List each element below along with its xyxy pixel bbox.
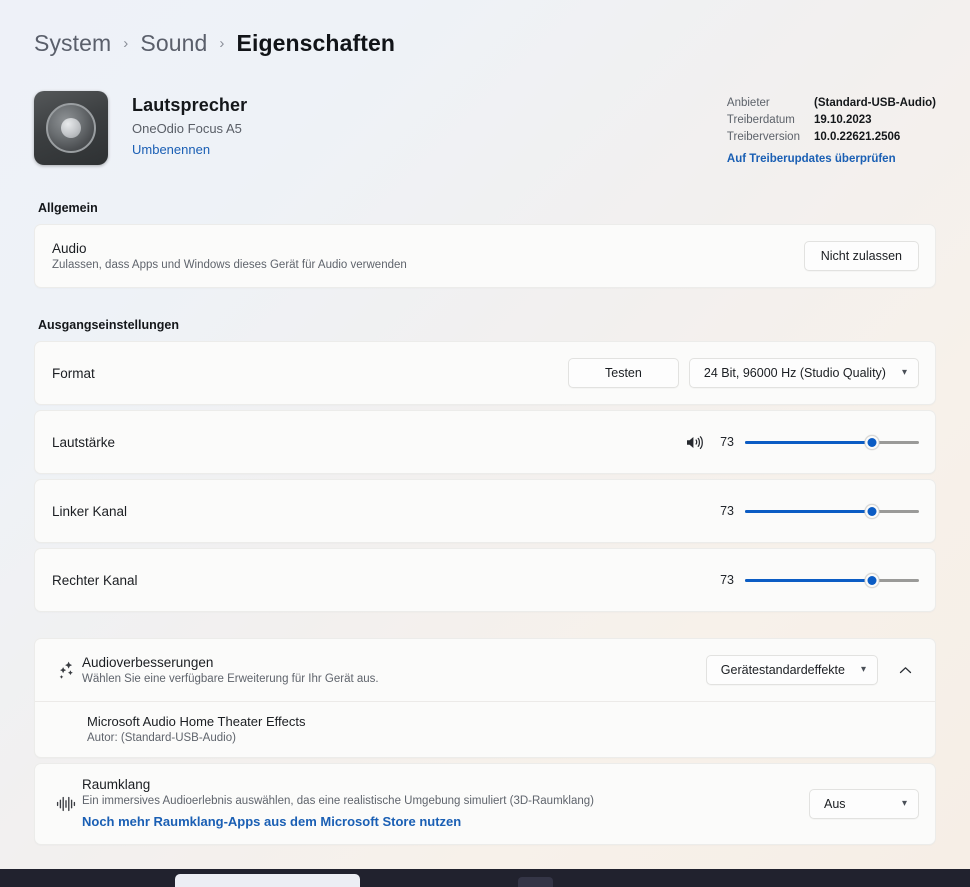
audio-enhancements-text: Audioverbesserungen Wählen Sie eine verf… (82, 642, 379, 698)
device-model: OneOdio Focus A5 (132, 121, 242, 136)
audio-description: Zulassen, dass Apps und Windows dieses G… (52, 259, 407, 271)
chevron-right-icon: › (123, 35, 129, 52)
right-channel-value: 73 (720, 573, 734, 587)
format-dropdown[interactable]: 24 Bit, 96000 Hz (Studio Quality) ▾ (688, 358, 919, 388)
audio-enhancements-title: Audioverbesserungen (82, 655, 214, 670)
left-channel-control: 73 (715, 502, 919, 520)
volume-control: 73 (685, 433, 919, 451)
audio-row: Audio Zulassen, dass Apps und Windows di… (35, 225, 935, 287)
spatial-sound-row: Raumklang Ein immersives Audioerlebnis a… (35, 764, 935, 844)
spatial-sound-title: Raumklang (82, 777, 151, 792)
volume-card: Lautstärke 73 (34, 410, 936, 474)
speaker-icon (34, 91, 108, 165)
taskbar-window-preview[interactable] (175, 874, 360, 887)
chevron-down-icon: ▾ (901, 367, 907, 378)
left-channel-slider[interactable] (745, 502, 919, 520)
volume-value: 73 (720, 435, 734, 449)
slider-thumb[interactable] (864, 434, 880, 450)
volume-row: Lautstärke 73 (35, 411, 935, 473)
audio-enhancements-description: Wählen Sie eine verfügbare Erweiterung f… (82, 673, 379, 685)
slider-fill (745, 509, 873, 513)
driver-info: Anbieter (Standard-USB-Audio) Treiberdat… (727, 91, 936, 165)
right-channel-label: Rechter Kanal (52, 572, 138, 588)
volume-slider[interactable] (745, 433, 919, 451)
effect-author: Autor: (Standard-USB-Audio) (87, 732, 236, 744)
audio-row-text: Audio Zulassen, dass Apps und Windows di… (52, 228, 407, 284)
rename-link[interactable]: Umbenennen (132, 142, 210, 157)
format-dropdown-value: 24 Bit, 96000 Hz (Studio Quality) (703, 366, 886, 380)
format-row: Format Testen 24 Bit, 96000 Hz (Studio Q… (35, 342, 935, 404)
breadcrumb-item-current: Eigenschaften (236, 30, 396, 56)
driver-version-value: 10.0.22621.2506 (813, 131, 901, 143)
driver-date-label: Treiberdatum (726, 114, 795, 126)
audio-enhancements-dropdown-value: Gerätestandardeffekte (720, 663, 845, 677)
format-label: Format (52, 365, 95, 381)
spatial-sound-description: Ein immersives Audioerlebnis auswählen, … (82, 795, 594, 807)
audio-card: Audio Zulassen, dass Apps und Windows di… (34, 224, 936, 288)
driver-version-label: Treiberversion (726, 131, 800, 143)
driver-vendor-label: Anbieter (726, 97, 770, 109)
slider-fill (745, 578, 873, 582)
audio-enhancements-row: Audioverbesserungen Wählen Sie eine verf… (35, 639, 935, 701)
taskbar-item[interactable] (518, 877, 553, 887)
spatial-sound-dropdown-value: Aus (824, 797, 846, 811)
audio-enhancements-dropdown[interactable]: Gerätestandardeffekte ▾ (705, 655, 878, 685)
right-channel-card: Rechter Kanal 73 (34, 548, 936, 612)
breadcrumb-item-sound[interactable]: Sound (140, 30, 207, 57)
slider-thumb[interactable] (864, 572, 880, 588)
volume-label: Lautstärke (52, 434, 116, 450)
right-channel-row: Rechter Kanal 73 (35, 549, 935, 611)
effect-list-item[interactable]: Microsoft Audio Home Theater Effects Aut… (35, 701, 935, 757)
chevron-down-icon: ▾ (901, 798, 907, 809)
sparkles-icon (52, 660, 82, 680)
device-name: Lautsprecher (132, 95, 248, 115)
chevron-right-icon: › (219, 35, 225, 52)
breadcrumb: System › Sound › Eigenschaften (34, 0, 936, 63)
enhancements-group: Audioverbesserungen Wählen Sie eine verf… (34, 638, 936, 845)
audio-label: Audio (52, 241, 87, 256)
audio-enhancements-expander[interactable] (892, 660, 919, 681)
device-meta: Lautsprecher OneOdio Focus A5 Umbenennen (132, 91, 247, 159)
settings-page: System › Sound › Eigenschaften Lautsprec… (0, 0, 970, 887)
waveform-icon (52, 795, 82, 813)
driver-date-value: 19.10.2023 (813, 114, 872, 126)
left-channel-row: Linker Kanal 73 (35, 480, 935, 542)
left-channel-card: Linker Kanal 73 (34, 479, 936, 543)
spatial-store-link[interactable]: Noch mehr Raumklang-Apps aus dem Microso… (82, 814, 461, 829)
format-test-button[interactable]: Testen (567, 358, 679, 388)
format-card: Format Testen 24 Bit, 96000 Hz (Studio Q… (34, 341, 936, 405)
breadcrumb-item-system[interactable]: System (34, 30, 111, 57)
check-driver-updates-link[interactable]: Auf Treiberupdates überprüfen (727, 153, 936, 165)
spatial-sound-text: Raumklang Ein immersives Audioerlebnis a… (82, 764, 594, 844)
section-title-general: Allgemein (38, 201, 98, 215)
audio-disallow-button[interactable]: Nicht zulassen (803, 241, 919, 271)
spatial-sound-dropdown[interactable]: Aus ▾ (809, 789, 919, 819)
left-channel-value: 73 (720, 504, 734, 518)
effect-title: Microsoft Audio Home Theater Effects (87, 714, 306, 729)
taskbar[interactable] (0, 869, 970, 887)
left-channel-label: Linker Kanal (52, 503, 128, 519)
spatial-sound-card: Raumklang Ein immersives Audioerlebnis a… (34, 763, 936, 845)
speaker-cone-inner (61, 118, 81, 138)
chevron-down-icon: ▾ (860, 664, 866, 675)
audio-enhancements-card: Audioverbesserungen Wählen Sie eine verf… (34, 638, 936, 758)
section-title-output: Ausgangseinstellungen (38, 318, 179, 332)
right-channel-control: 73 (715, 571, 919, 589)
volume-speaker-icon[interactable] (685, 434, 704, 451)
device-header: Lautsprecher OneOdio Focus A5 Umbenennen… (34, 91, 936, 171)
driver-vendor-value: (Standard-USB-Audio) (813, 97, 936, 109)
slider-thumb[interactable] (864, 503, 880, 519)
slider-fill (745, 440, 873, 444)
right-channel-slider[interactable] (745, 571, 919, 589)
output-settings-group: Format Testen 24 Bit, 96000 Hz (Studio Q… (34, 341, 936, 612)
speaker-cone-outer (46, 103, 96, 153)
